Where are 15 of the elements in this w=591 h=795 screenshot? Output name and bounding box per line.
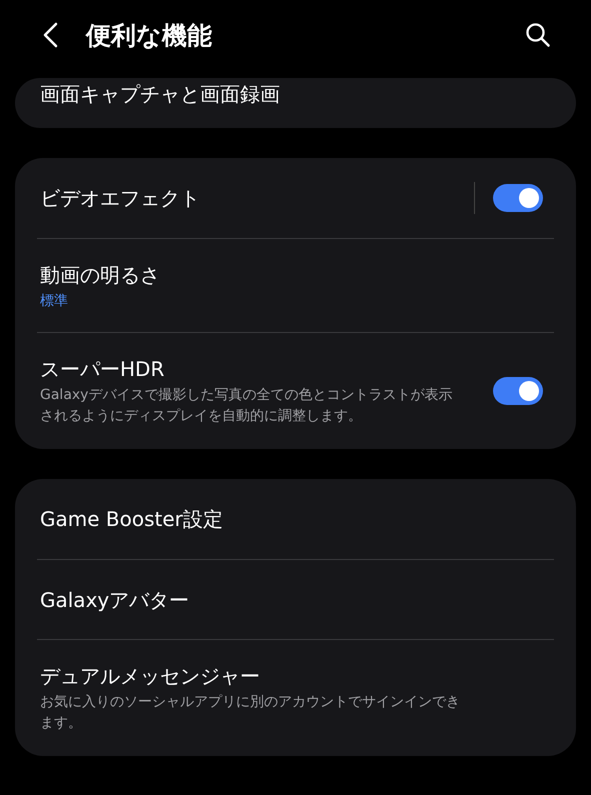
toggle-switch[interactable] <box>493 377 543 405</box>
setting-title[interactable]: 画面キャプチャと画面録画 <box>40 80 551 108</box>
back-icon[interactable] <box>42 22 58 48</box>
setting-title[interactable]: ビデオエフェクト <box>40 184 474 212</box>
setting-title[interactable]: 動画の明るさ <box>40 261 551 289</box>
setting-description: お気に入りのソーシャルアプリに別のアカウントでサインインできます。 <box>40 693 460 733</box>
search-icon[interactable] <box>525 22 551 48</box>
setting-title[interactable]: スーパーHDR <box>40 355 493 383</box>
setting-value: 標準 <box>40 292 69 310</box>
setting-description: Galaxyデバイスで撮影した写真の全ての色とコントラストが表示されるようにディスプレイを自動的に調整します。 <box>40 386 454 426</box>
toggle-switch[interactable] <box>493 184 543 212</box>
page-title: 便利な機能 <box>86 20 213 52</box>
setting-title[interactable]: デュアルメッセンジャー <box>40 662 551 690</box>
setting-title[interactable]: Game Booster設定 <box>40 505 551 533</box>
setting-title[interactable]: Galaxyアバター <box>40 586 551 614</box>
